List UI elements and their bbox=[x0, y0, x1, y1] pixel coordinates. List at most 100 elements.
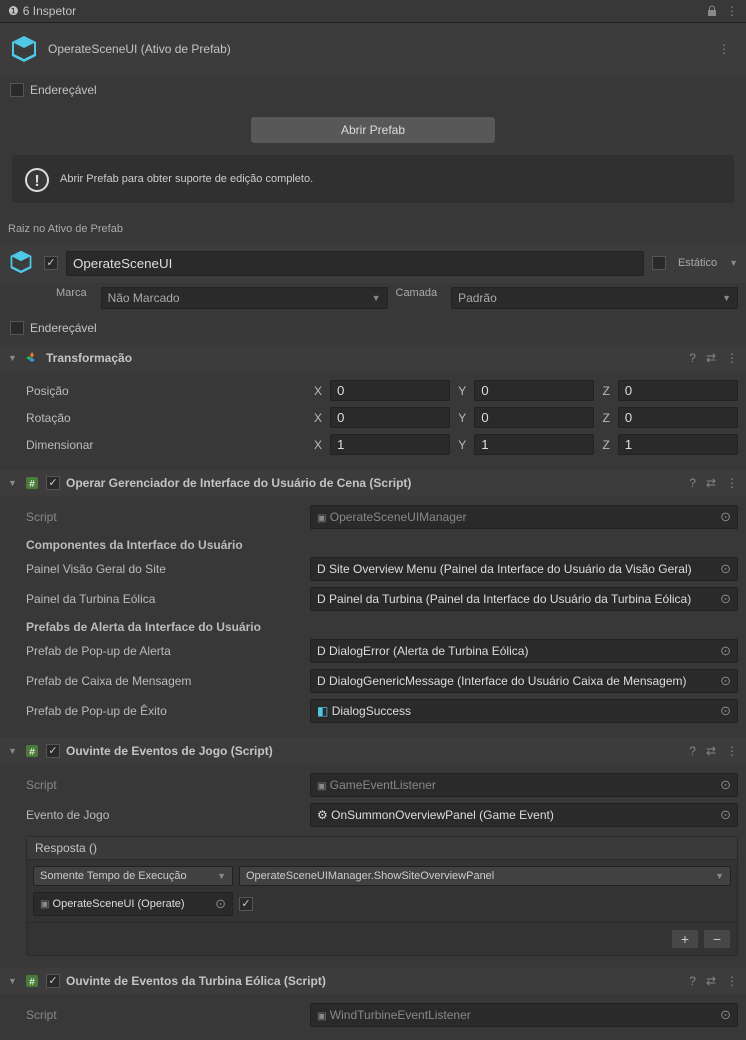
scale-x-input[interactable] bbox=[330, 434, 450, 455]
addressable-label-asset: Endereçável bbox=[30, 83, 97, 97]
foldout-icon[interactable]: ▼ bbox=[8, 353, 18, 363]
remove-event-button[interactable]: − bbox=[703, 929, 731, 949]
tab-icon: ❶ bbox=[8, 4, 19, 18]
position-x-input[interactable] bbox=[330, 380, 450, 401]
foldout-icon[interactable]: ▼ bbox=[8, 746, 18, 756]
component-menu-icon[interactable]: ⋮ bbox=[726, 476, 738, 490]
site-panel-label: Painel Visão Geral do Site bbox=[26, 562, 306, 576]
prefab-asset-header: OperateSceneUI (Ativo de Prefab) ⋮ bbox=[0, 23, 746, 75]
preset-icon[interactable]: ⇄ bbox=[706, 744, 716, 758]
info-icon: ! bbox=[24, 167, 48, 191]
help-icon[interactable]: ? bbox=[689, 351, 696, 365]
scale-z-input[interactable] bbox=[618, 434, 738, 455]
preset-icon[interactable]: ⇄ bbox=[706, 476, 716, 490]
alert-popup-field[interactable]: D DialogError (Alerta de Turbina Eólica)… bbox=[310, 639, 738, 663]
object-picker-icon[interactable]: ⊙ bbox=[215, 896, 226, 912]
addressable-checkbox-object[interactable] bbox=[10, 321, 24, 335]
success-label: Prefab de Pop-up de Êxito bbox=[26, 704, 306, 718]
preset-icon[interactable]: ⇄ bbox=[706, 974, 716, 988]
object-picker-icon[interactable]: ⊙ bbox=[720, 777, 731, 793]
foldout-icon[interactable]: ▼ bbox=[8, 478, 18, 488]
listener2-script-field: ▣ WindTurbineEventListener ⊙ bbox=[310, 1003, 738, 1027]
object-picker-icon[interactable]: ⊙ bbox=[720, 1007, 731, 1023]
help-icon[interactable]: ? bbox=[689, 974, 696, 988]
prefab-name-label: OperateSceneUI (Ativo de Prefab) bbox=[48, 42, 702, 56]
component-menu-icon[interactable]: ⋮ bbox=[726, 744, 738, 758]
event-bool-checkbox[interactable] bbox=[239, 897, 253, 911]
tab-title: 6 Inspetor bbox=[23, 4, 76, 18]
gameobject-active-checkbox[interactable] bbox=[44, 256, 58, 270]
lock-icon[interactable] bbox=[706, 5, 718, 17]
msgbox-label: Prefab de Caixa de Mensagem bbox=[26, 674, 306, 688]
object-picker-icon[interactable]: ⊙ bbox=[720, 561, 731, 577]
scale-y-input[interactable] bbox=[474, 434, 594, 455]
object-picker-icon[interactable]: ⊙ bbox=[720, 509, 731, 525]
wind-turbine-event-listener-component: ▼ # Ouvinte de Eventos da Turbina Eólica… bbox=[0, 968, 746, 1040]
transform-icon bbox=[24, 350, 40, 366]
event-target-field[interactable]: ▣ OperateSceneUI (Operate) ⊙ bbox=[33, 892, 233, 916]
open-prefab-button[interactable]: Abrir Prefab bbox=[251, 117, 495, 143]
help-icon[interactable]: ? bbox=[689, 476, 696, 490]
transform-title: Transformação bbox=[46, 351, 683, 365]
help-icon[interactable]: ? bbox=[689, 744, 696, 758]
static-dropdown-arrow[interactable]: ▼ bbox=[729, 258, 738, 268]
position-y-input[interactable] bbox=[474, 380, 594, 401]
object-picker-icon[interactable]: ⊙ bbox=[720, 643, 731, 659]
listener1-script-field: ▣ GameEventListener ⊙ bbox=[310, 773, 738, 797]
game-event-label: Evento de Jogo bbox=[26, 808, 306, 822]
site-panel-field[interactable]: D Site Overview Menu (Painel da Interfac… bbox=[310, 557, 738, 581]
gameobject-cube-icon bbox=[8, 249, 36, 277]
object-picker-icon[interactable]: ⊙ bbox=[720, 591, 731, 607]
object-picker-icon[interactable]: ⊙ bbox=[720, 703, 731, 719]
layer-label: Camada bbox=[396, 287, 444, 309]
rotation-x-input[interactable] bbox=[330, 407, 450, 428]
position-z-input[interactable] bbox=[618, 380, 738, 401]
script1-header[interactable]: ▼ # Operar Gerenciador de Interface do U… bbox=[0, 470, 746, 496]
callback-dropdown[interactable]: OperateSceneUIManager.ShowSiteOverviewPa… bbox=[239, 866, 731, 886]
prefab-cube-icon bbox=[8, 33, 40, 65]
runtime-mode-dropdown[interactable]: Somente Tempo de Execução▼ bbox=[33, 866, 233, 886]
tag-dropdown[interactable]: Não Marcado▼ bbox=[101, 287, 388, 309]
rotation-label: Rotação bbox=[26, 411, 306, 425]
svg-text:#: # bbox=[29, 747, 35, 758]
gameobject-name-input[interactable] bbox=[66, 251, 644, 276]
listener2-title: Ouvinte de Eventos da Turbina Eólica (Sc… bbox=[66, 974, 683, 988]
rotation-z-input[interactable] bbox=[618, 407, 738, 428]
rotation-y-input[interactable] bbox=[474, 407, 594, 428]
layer-dropdown[interactable]: Padrão▼ bbox=[451, 287, 738, 309]
static-checkbox[interactable] bbox=[652, 256, 666, 270]
preset-icon[interactable]: ⇄ bbox=[706, 351, 716, 365]
alert-popup-label: Prefab de Pop-up de Alerta bbox=[26, 644, 306, 658]
addressable-row-asset: Endereçável bbox=[0, 75, 746, 105]
svg-text:#: # bbox=[29, 977, 35, 988]
ui-components-heading: Componentes da Interface do Usuário bbox=[26, 532, 738, 554]
success-field[interactable]: ◧ DialogSuccess ⊙ bbox=[310, 699, 738, 723]
listener1-enabled-checkbox[interactable] bbox=[46, 744, 60, 758]
msgbox-field[interactable]: D DialogGenericMessage (Interface do Usu… bbox=[310, 669, 738, 693]
gameobject-header: Estático ▼ bbox=[0, 243, 746, 283]
prefab-menu-icon[interactable]: ⋮ bbox=[710, 42, 738, 56]
script1-enabled-checkbox[interactable] bbox=[46, 476, 60, 490]
add-event-button[interactable]: + bbox=[671, 929, 699, 949]
transform-header[interactable]: ▼ Transformação ? ⇄ ⋮ bbox=[0, 345, 746, 371]
addressable-label-object: Endereçável bbox=[30, 321, 97, 335]
tag-label: Marca bbox=[56, 287, 93, 309]
foldout-icon[interactable]: ▼ bbox=[8, 976, 18, 986]
game-event-field[interactable]: ⚙ OnSummonOverviewPanel (Game Event) ⊙ bbox=[310, 803, 738, 827]
object-picker-icon[interactable]: ⊙ bbox=[720, 807, 731, 823]
component-menu-icon[interactable]: ⋮ bbox=[726, 351, 738, 365]
script1-script-field: ▣ OperateSceneUIManager ⊙ bbox=[310, 505, 738, 529]
script-label: Script bbox=[26, 1008, 306, 1022]
turbine-panel-field[interactable]: D Painel da Turbina (Painel da Interface… bbox=[310, 587, 738, 611]
listener2-enabled-checkbox[interactable] bbox=[46, 974, 60, 988]
script-icon: # bbox=[24, 475, 40, 491]
position-label: Posição bbox=[26, 384, 306, 398]
listener2-header[interactable]: ▼ # Ouvinte de Eventos da Turbina Eólica… bbox=[0, 968, 746, 994]
script-label: Script bbox=[26, 778, 306, 792]
listener1-header[interactable]: ▼ # Ouvinte de Eventos de Jogo (Script) … bbox=[0, 738, 746, 764]
object-picker-icon[interactable]: ⊙ bbox=[720, 673, 731, 689]
operate-scene-ui-manager-component: ▼ # Operar Gerenciador de Interface do U… bbox=[0, 470, 746, 736]
addressable-checkbox-asset[interactable] bbox=[10, 83, 24, 97]
component-menu-icon[interactable]: ⋮ bbox=[726, 974, 738, 988]
tab-menu-icon[interactable]: ⋮ bbox=[726, 4, 738, 18]
